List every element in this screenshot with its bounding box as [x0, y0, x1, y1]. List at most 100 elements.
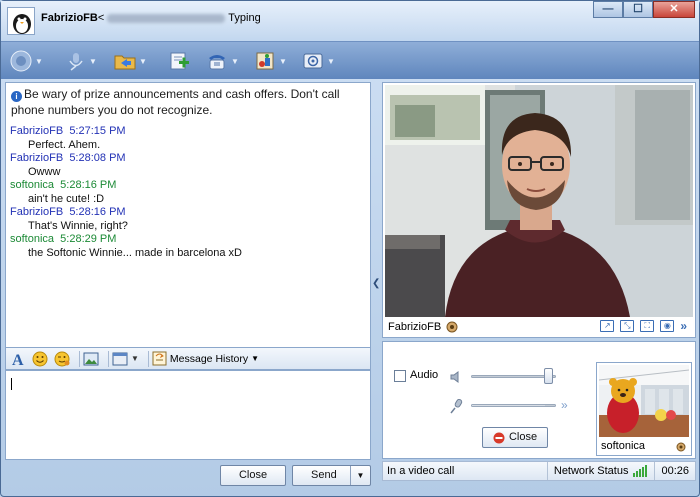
microphone-icon	[450, 398, 463, 414]
window-controls: — ☐ ✕	[593, 1, 695, 18]
add-contacts-button[interactable]	[167, 48, 191, 74]
history-icon	[152, 351, 167, 366]
safety-warning: i Be wary of prize announcements and cash…	[11, 86, 351, 118]
minimize-button[interactable]: —	[593, 1, 623, 18]
self-video	[599, 365, 689, 437]
activities-button[interactable]: ▼	[253, 48, 287, 74]
remote-video	[385, 85, 693, 317]
info-icon: i	[11, 91, 22, 102]
wink-menu-button[interactable]: ▼	[112, 350, 139, 368]
window-icon	[112, 352, 128, 365]
call-status-bar: In a video call Network Status 00:26	[382, 461, 696, 481]
divider	[108, 350, 109, 367]
message-text: ain't he cute! :D	[28, 192, 105, 205]
message-history-button[interactable]: Message History ▼	[152, 350, 259, 368]
chevron-down-icon[interactable]: ▼	[279, 57, 287, 66]
message-list: FabrizioFB 5:27:15 PM Perfect. Ahem. Fab…	[10, 125, 360, 260]
more-options-icon[interactable]: »	[680, 320, 687, 332]
message-header: FabrizioFB 5:27:15 PM	[10, 125, 360, 139]
sender-name: softonica	[10, 179, 55, 191]
pane-splitter[interactable]	[371, 82, 381, 462]
message-time: 5:28:29 PM	[60, 233, 117, 245]
games-icon	[301, 49, 325, 73]
speaker-icon	[450, 371, 459, 383]
self-view: softonica	[596, 362, 692, 456]
message-item: FabrizioFB 5:27:15 PM Perfect. Ahem.	[10, 125, 360, 152]
caller-name: FabrizioFB	[388, 321, 442, 333]
contact-card-icon	[9, 49, 33, 73]
message-item: FabrizioFB 5:28:08 PM Owww	[10, 152, 360, 179]
contact-name: FabrizioFB	[41, 12, 98, 24]
mic-slider[interactable]	[471, 404, 556, 407]
background-button[interactable]	[83, 350, 99, 368]
snapshot-icon[interactable]: ◉	[660, 320, 675, 332]
send-button[interactable]: Send ▼	[292, 465, 371, 486]
games-button[interactable]: ▼	[301, 48, 335, 74]
email-open-bracket: <	[97, 12, 105, 24]
chat-history[interactable]: i Be wary of prize announcements and cash…	[5, 82, 371, 348]
typing-status: Typing	[228, 12, 261, 24]
message-header: FabrizioFB 5:28:08 PM	[10, 152, 360, 166]
call-duration: 00:26	[654, 462, 695, 480]
message-time: 5:27:15 PM	[69, 125, 126, 137]
font-icon: A	[12, 352, 24, 367]
window-title: FabrizioFB< Typing	[41, 12, 261, 24]
message-text: Owww	[28, 165, 61, 178]
contact-avatar[interactable]	[7, 7, 35, 35]
message-time: 5:28:08 PM	[69, 152, 126, 164]
audio-button[interactable]: ▼	[63, 48, 97, 74]
divider	[79, 350, 80, 367]
message-text: the Softonic Winnie... made in barcelona…	[28, 246, 243, 259]
volume-slider-thumb[interactable]	[544, 368, 554, 384]
collapse-arrow-icon[interactable]: ❮	[372, 278, 380, 289]
message-item: FabrizioFB 5:28:16 PM That's Winnie, rig…	[10, 206, 360, 233]
message-item: softonica 5:28:16 PM ain't he cute! :D	[10, 179, 360, 206]
resize-icon[interactable]: ⤡	[620, 320, 635, 332]
advanced-arrow-icon[interactable]: »	[561, 398, 568, 412]
signal-bars-icon	[633, 465, 648, 477]
message-input[interactable]	[5, 370, 371, 460]
webcam-status-icon	[676, 442, 686, 452]
svg-text:A: A	[12, 352, 24, 367]
send-label: Send	[311, 469, 337, 481]
chevron-down-icon[interactable]: ▼	[89, 57, 97, 66]
message-history-label: Message History	[169, 352, 249, 365]
conversation-window: FabrizioFB< Typing — ☐ ✕ ▼ ▼ ▼ ▼ ▼ ▼ i B…	[0, 0, 700, 497]
chevron-down-icon[interactable]: ▼	[231, 57, 239, 66]
webcam-status-icon	[446, 321, 458, 333]
message-header: softonica 5:28:16 PM	[10, 179, 360, 193]
network-status-label: Network Status	[553, 465, 629, 477]
chevron-down-icon[interactable]: ▼	[139, 57, 147, 66]
message-time: 5:28:16 PM	[69, 206, 126, 218]
popout-icon[interactable]: ↗	[600, 320, 615, 332]
chevron-down-icon[interactable]: ▼	[35, 57, 43, 66]
phone-icon	[205, 49, 229, 73]
share-folder-button[interactable]: ▼	[113, 48, 147, 74]
close-window-button[interactable]: ✕	[653, 1, 695, 18]
smiley-icon	[32, 351, 48, 366]
toolbar: ▼ ▼ ▼ ▼ ▼ ▼	[1, 41, 699, 79]
title-bar: FabrizioFB< Typing — ☐ ✕	[1, 1, 699, 41]
message-header: FabrizioFB 5:28:16 PM	[10, 206, 360, 220]
emoticon-button[interactable]	[32, 350, 48, 368]
chevron-down-icon: ▼	[131, 354, 139, 363]
microphone-icon	[63, 49, 87, 73]
fullscreen-icon[interactable]: ⛶	[640, 320, 655, 332]
wink-icon	[54, 351, 70, 366]
network-status[interactable]: Network Status	[546, 462, 649, 480]
wink-button[interactable]	[54, 350, 70, 368]
close-button[interactable]: Close	[220, 465, 286, 486]
audio-label: Audio	[410, 369, 439, 381]
call-controls-panel: Audio » Close softonica	[382, 341, 696, 459]
contact-card-button[interactable]: ▼	[9, 48, 43, 74]
phone-button[interactable]: ▼	[205, 48, 239, 74]
send-options-dropdown[interactable]: ▼	[350, 466, 370, 485]
maximize-button[interactable]: ☐	[623, 1, 653, 18]
activities-icon	[253, 49, 277, 73]
add-contacts-icon	[167, 49, 191, 73]
audio-checkbox[interactable]	[394, 370, 406, 382]
chevron-down-icon[interactable]: ▼	[327, 57, 335, 66]
message-time: 5:28:16 PM	[60, 179, 117, 191]
font-button[interactable]: A	[10, 350, 26, 368]
video-close-button[interactable]: Close	[482, 427, 548, 448]
